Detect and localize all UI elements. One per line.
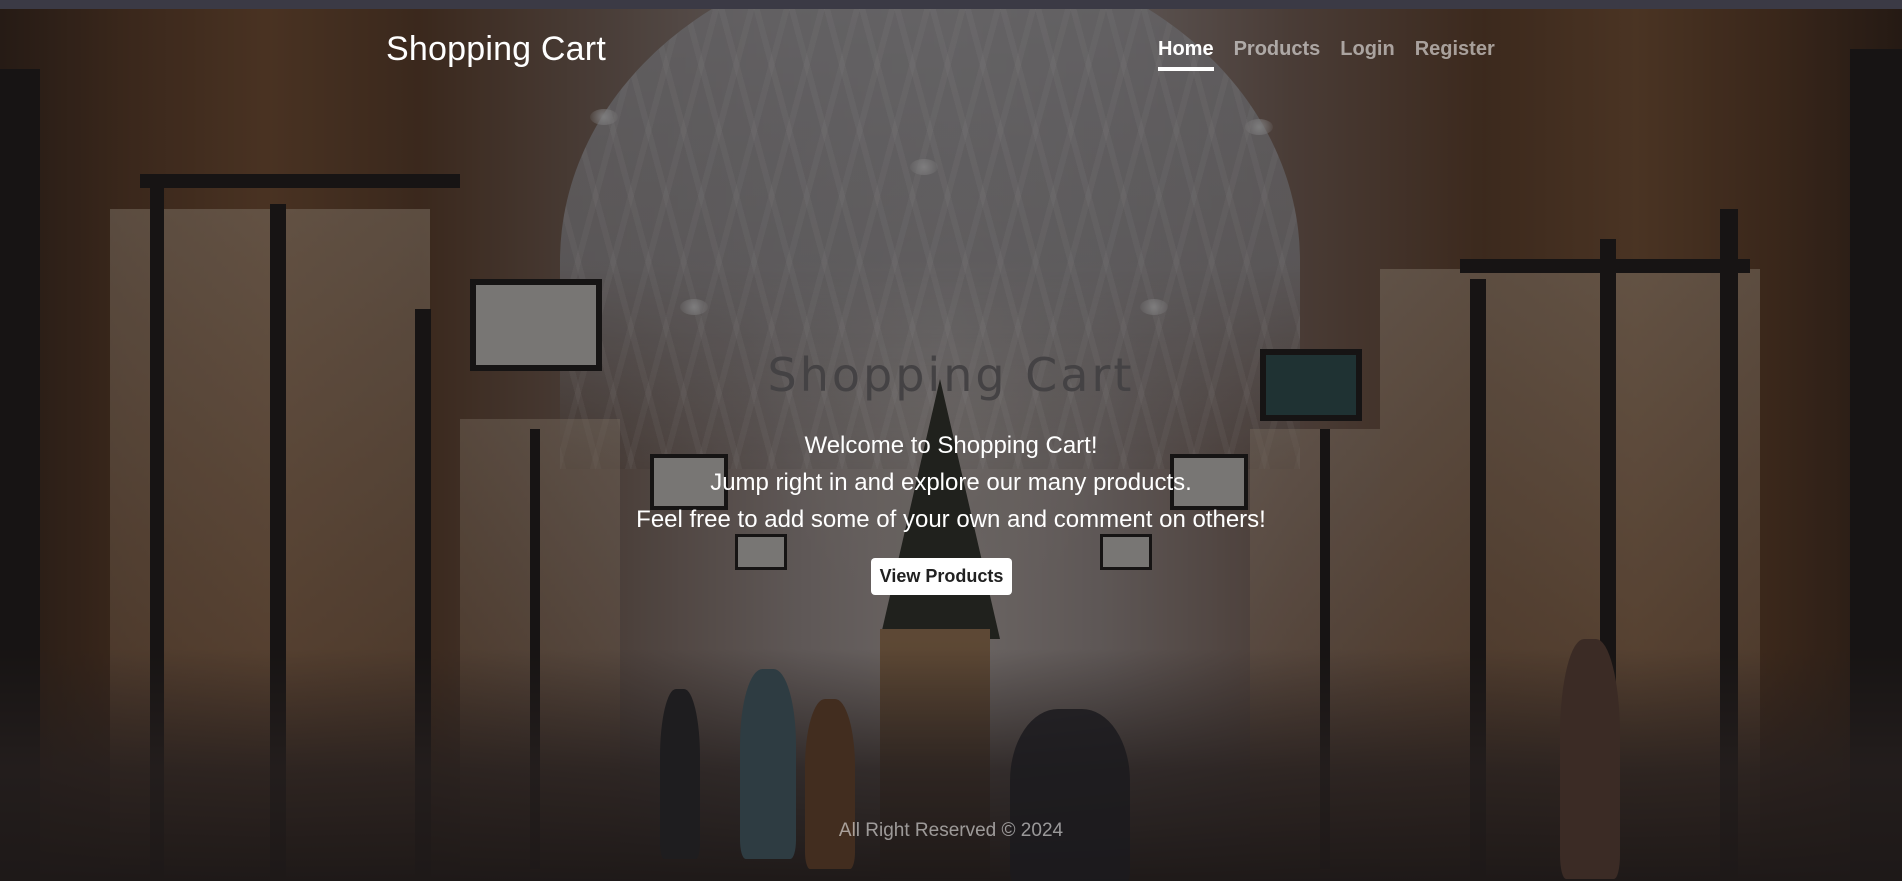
nav-link-login[interactable]: Login	[1340, 38, 1394, 71]
navbar-links: Home Products Login Register	[1158, 38, 1495, 71]
view-products-button[interactable]: View Products	[871, 558, 1012, 595]
nav-link-products[interactable]: Products	[1234, 38, 1321, 71]
footer-copyright: All Right Reserved © 2024	[838, 820, 1064, 841]
window-top-strip	[0, 0, 1902, 9]
hero-title: Shopping Cart	[767, 348, 1135, 402]
hero-line-welcome: Welcome to Shopping Cart!	[804, 432, 1098, 459]
nav-link-register[interactable]: Register	[1415, 38, 1495, 71]
navbar-brand[interactable]: Shopping Cart	[386, 30, 606, 69]
hero-line-explore: Jump right in and explore our many produ…	[710, 469, 1192, 496]
hero-description: Welcome to Shopping Cart! Jump right in …	[0, 427, 1902, 538]
nav-link-home[interactable]: Home	[1158, 38, 1214, 71]
hero-line-add: Feel free to add some of your own and co…	[636, 506, 1266, 533]
